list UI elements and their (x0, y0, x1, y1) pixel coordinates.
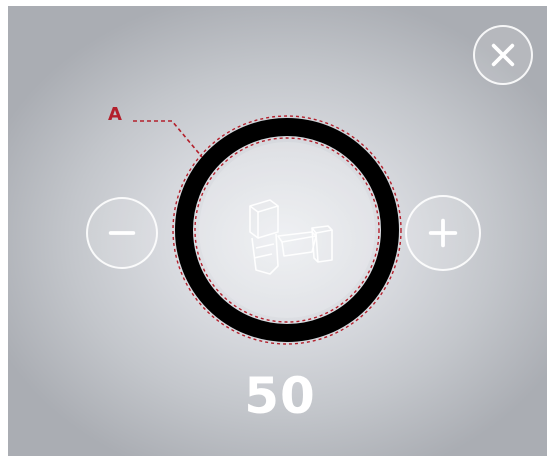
speed-value: 50 (244, 367, 316, 425)
close-button[interactable] (473, 25, 533, 85)
plus-icon (428, 218, 458, 248)
increase-button[interactable] (405, 195, 481, 271)
annotation-label: A (108, 104, 122, 125)
annotation-leader-line (133, 120, 203, 158)
minus-icon (108, 231, 136, 235)
close-icon (491, 43, 515, 67)
dial-center-disc (199, 142, 375, 318)
decrease-button[interactable] (86, 197, 158, 269)
